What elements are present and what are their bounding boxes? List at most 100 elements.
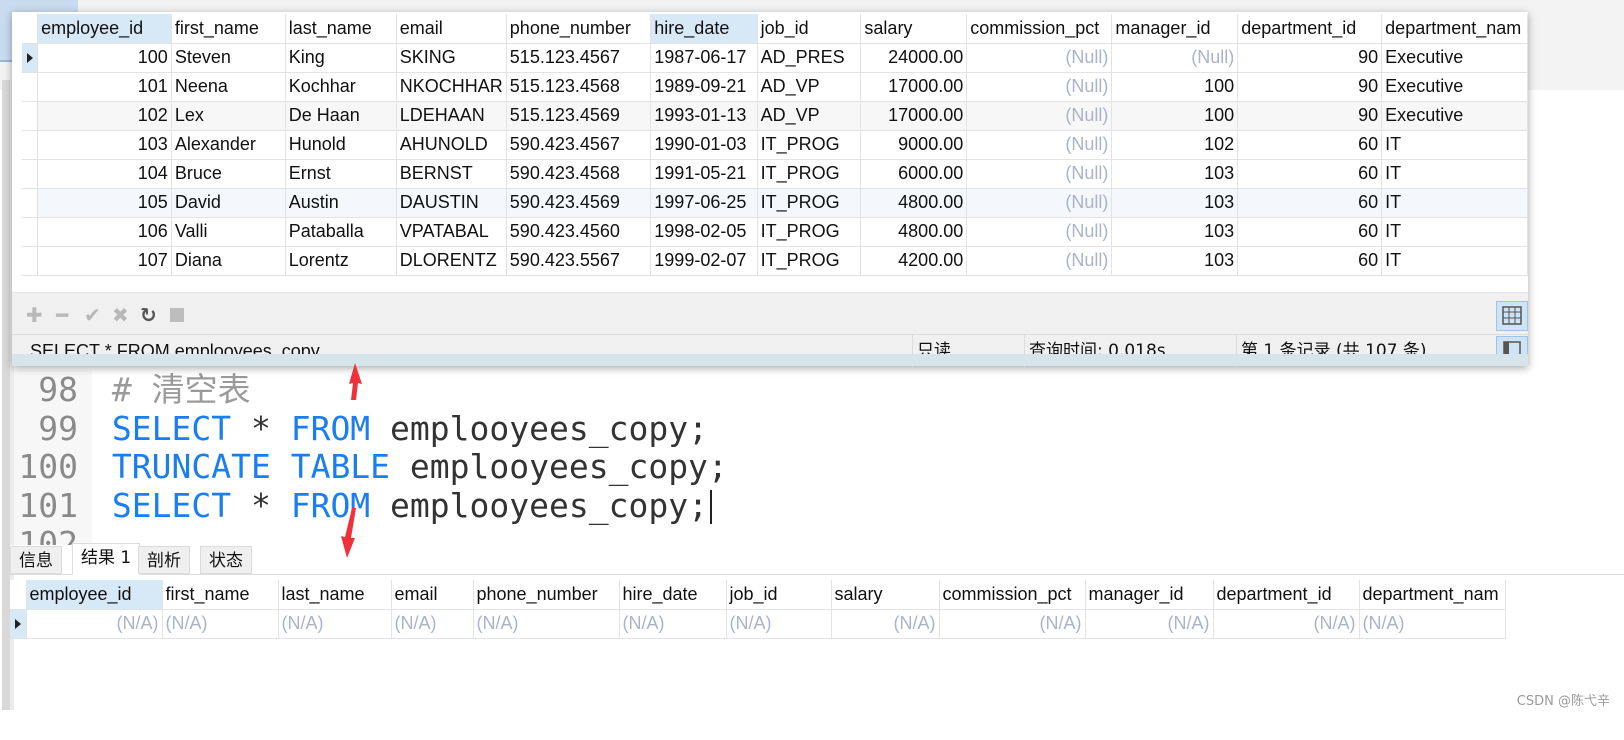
cell-employee-id[interactable]: 107	[37, 246, 172, 276]
cell-commission-pct[interactable]: (Null)	[966, 188, 1113, 218]
cell-department-nam[interactable]: Executive	[1381, 101, 1528, 131]
cell-hire-date[interactable]: 1987-06-17	[650, 43, 758, 73]
cell-last-name[interactable]: Hunold	[285, 130, 397, 160]
cell-email[interactable]: AHUNOLD	[396, 130, 507, 160]
cell-commission-pct[interactable]: (Null)	[966, 130, 1113, 160]
column-header-phone-number[interactable]: phone_number	[506, 14, 652, 44]
cell-manager-id[interactable]: 100	[1111, 101, 1239, 131]
table-row[interactable]: 102 Lex De Haan LDEHAAN 515.123.4569 1993-01-…	[22, 101, 1528, 131]
column-header-department-id[interactable]: department_id	[1213, 580, 1360, 610]
column-header-employee-id[interactable]: employee_id	[37, 14, 172, 44]
column-header-phone-number[interactable]: phone_number	[473, 580, 620, 610]
row-indicator[interactable]	[22, 159, 39, 189]
cell-phone-number[interactable]: 515.123.4567	[506, 43, 652, 73]
cell-email[interactable]: SKING	[396, 43, 507, 73]
cell-email[interactable]: DAUSTIN	[396, 188, 507, 218]
cell-job-id[interactable]: AD_VP	[757, 72, 862, 102]
cell-hire-date[interactable]: (N/A)	[619, 609, 727, 639]
table-row[interactable]: (N/A) (N/A) (N/A) (N/A) (N/A) (N/A) (N/A) (N/A)…	[10, 609, 1506, 639]
cell-department-id[interactable]: 60	[1237, 159, 1383, 189]
cell-phone-number[interactable]: 515.123.4569	[506, 101, 652, 131]
cell-hire-date[interactable]: 1990-01-03	[650, 130, 758, 160]
table-row[interactable]: 104 Bruce Ernst BERNST 590.423.4568 1991-05-2…	[22, 159, 1528, 189]
cell-salary[interactable]: 4800.00	[860, 188, 968, 218]
cell-department-id[interactable]: 90	[1237, 101, 1383, 131]
cell-manager-id[interactable]: 102	[1111, 130, 1239, 160]
plus-icon[interactable]: ✚	[26, 306, 43, 326]
cell-manager-id[interactable]: 103	[1111, 246, 1239, 276]
cell-phone-number[interactable]: 590.423.4569	[506, 188, 652, 218]
column-header-department-nam[interactable]: department_nam	[1359, 580, 1506, 610]
cell-department-nam[interactable]: IT	[1381, 246, 1528, 276]
cell-department-id[interactable]: 90	[1237, 72, 1383, 102]
cell-employee-id[interactable]: (N/A)	[26, 609, 163, 639]
column-header-first-name[interactable]: first_name	[162, 580, 279, 610]
cell-employee-id[interactable]: 100	[37, 43, 172, 73]
cell-phone-number[interactable]: 590.423.4567	[506, 130, 652, 160]
row-indicator[interactable]	[22, 43, 39, 73]
cell-manager-id[interactable]: 100	[1111, 72, 1239, 102]
row-indicator[interactable]	[10, 609, 27, 639]
cell-department-nam[interactable]: IT	[1381, 159, 1528, 189]
cell-hire-date[interactable]: 1993-01-13	[650, 101, 758, 131]
x-icon[interactable]: ✖	[112, 306, 129, 326]
cell-job-id[interactable]: IT_PROG	[757, 188, 862, 218]
cell-last-name[interactable]: (N/A)	[278, 609, 392, 639]
cell-commission-pct[interactable]: (Null)	[966, 43, 1113, 73]
cell-employee-id[interactable]: 101	[37, 72, 172, 102]
cell-department-id[interactable]: 90	[1237, 43, 1383, 73]
column-header-department-id[interactable]: department_id	[1237, 14, 1383, 44]
cell-email[interactable]: (N/A)	[391, 609, 474, 639]
row-indicator[interactable]	[22, 246, 39, 276]
cell-department-nam[interactable]: Executive	[1381, 43, 1528, 73]
row-indicator[interactable]	[22, 72, 39, 102]
column-header-last-name[interactable]: last_name	[285, 14, 397, 44]
cell-job-id[interactable]: IT_PROG	[757, 130, 862, 160]
cell-first-name[interactable]: David	[171, 188, 286, 218]
cell-job-id[interactable]: (N/A)	[726, 609, 832, 639]
cell-salary[interactable]: 17000.00	[860, 72, 968, 102]
column-header-last-name[interactable]: last_name	[278, 580, 392, 610]
column-header-commission-pct[interactable]: commission_pct	[966, 14, 1113, 44]
cell-department-id[interactable]: 60	[1237, 188, 1383, 218]
popup-result-grid[interactable]: employee_id first_name last_name email phone…	[22, 14, 1528, 276]
cell-salary[interactable]: 24000.00	[860, 43, 968, 73]
result-grid[interactable]: employee_id first_name last_name email phone…	[10, 580, 1506, 639]
grid-view-button[interactable]	[1496, 301, 1528, 331]
cell-commission-pct[interactable]: (Null)	[966, 159, 1113, 189]
column-header-manager-id[interactable]: manager_id	[1085, 580, 1214, 610]
cell-manager-id[interactable]: 103	[1111, 217, 1239, 247]
cell-commission-pct[interactable]: (Null)	[966, 246, 1113, 276]
cell-phone-number[interactable]: 590.423.4568	[506, 159, 652, 189]
cell-employee-id[interactable]: 102	[37, 101, 172, 131]
cell-department-id[interactable]: (N/A)	[1213, 609, 1360, 639]
cell-department-id[interactable]: 60	[1237, 217, 1383, 247]
cell-manager-id[interactable]: 103	[1111, 188, 1239, 218]
row-indicator[interactable]	[22, 130, 39, 160]
cell-last-name[interactable]: Pataballa	[285, 217, 397, 247]
column-header-hire-date[interactable]: hire_date	[619, 580, 727, 610]
cell-email[interactable]: BERNST	[396, 159, 507, 189]
cell-job-id[interactable]: IT_PROG	[757, 246, 862, 276]
cell-job-id[interactable]: AD_PRES	[757, 43, 862, 73]
cell-salary[interactable]: 17000.00	[860, 101, 968, 131]
cell-phone-number[interactable]: 515.123.4568	[506, 72, 652, 102]
cell-department-nam[interactable]: IT	[1381, 130, 1528, 160]
tab-info[interactable]: 信息	[10, 546, 62, 574]
cell-last-name[interactable]: King	[285, 43, 397, 73]
column-header-salary[interactable]: salary	[831, 580, 940, 610]
stop-icon[interactable]	[170, 308, 184, 322]
cell-department-nam[interactable]: IT	[1381, 217, 1528, 247]
cell-last-name[interactable]: Austin	[285, 188, 397, 218]
cell-employee-id[interactable]: 105	[37, 188, 172, 218]
cell-department-nam[interactable]: Executive	[1381, 72, 1528, 102]
cell-job-id[interactable]: IT_PROG	[757, 217, 862, 247]
row-indicator[interactable]	[22, 188, 39, 218]
cell-phone-number[interactable]: 590.423.4560	[506, 217, 652, 247]
cell-department-nam[interactable]: (N/A)	[1359, 609, 1506, 639]
cell-manager-id[interactable]: (N/A)	[1085, 609, 1214, 639]
cell-email[interactable]: VPATABAL	[396, 217, 507, 247]
cell-first-name[interactable]: (N/A)	[162, 609, 279, 639]
cell-commission-pct[interactable]: (Null)	[966, 72, 1113, 102]
cell-first-name[interactable]: Valli	[171, 217, 286, 247]
